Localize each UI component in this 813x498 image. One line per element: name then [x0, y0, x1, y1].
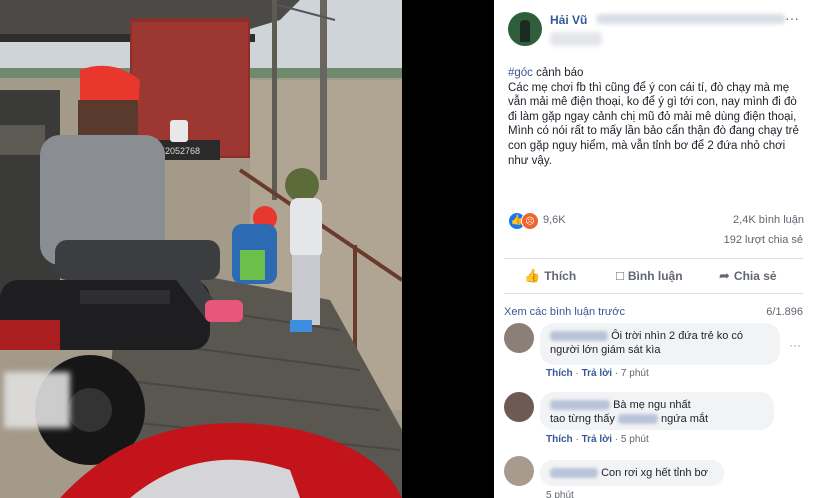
thumbs-up-icon: 👍 [524, 268, 541, 283]
comment-like-link[interactable]: Thích [546, 434, 573, 445]
hashtag-link[interactable]: #góc [508, 67, 533, 79]
share-label: Chia sẻ [733, 269, 777, 283]
comment-text: người lớn giám sát kìa [550, 344, 661, 356]
post-header: Hải Vũ ··· [494, 0, 813, 56]
comment-bubble: Con rơi xg hết tỉnh bơ [540, 460, 724, 486]
post-photo[interactable]: 52052768 [0, 0, 402, 498]
post-actions: 👍 Thích □ Bình luận ➦ Chia sẻ [494, 262, 813, 290]
comment-text: Con rơi xg hết tỉnh bơ [601, 467, 708, 479]
post-text: #góc cảnh báo Các mẹ chơi fb thì cũng để… [508, 66, 804, 168]
comment-label: Bình luận [627, 269, 683, 283]
more-options-icon[interactable]: ··· [785, 10, 799, 26]
author-avatar[interactable] [508, 12, 542, 46]
redacted-commenter-name [550, 468, 598, 479]
ferry-scene-image: 52052768 [0, 0, 402, 498]
comment-time: 7 phút [620, 368, 649, 379]
comment-text: tao từng thấy [550, 413, 615, 425]
comments-count[interactable]: 2,4K bình luận [733, 214, 804, 226]
commenter-avatar[interactable] [504, 392, 534, 422]
comment-like-link[interactable]: Thích [546, 368, 573, 379]
facebook-post-panel: Hải Vũ ··· #góc cảnh báo Các mẹ chơi fb … [494, 0, 813, 498]
commenter-avatar[interactable] [504, 456, 534, 486]
reactions-bar: 👍 ☹ 9,6K 2,4K bình luận [508, 212, 804, 230]
comment-text: Ôi trời nhìn 2 đứa trẻ ko có [611, 330, 744, 342]
comment-time: 5 phút [546, 490, 574, 498]
like-label: Thích [544, 269, 577, 283]
redacted-timestamp [550, 32, 602, 46]
comment-icon: □ [616, 268, 624, 283]
post-body: Các mẹ chơi fb thì cũng để ý con cái tí,… [508, 81, 799, 167]
redacted-mention [617, 414, 658, 425]
view-previous-comments-link[interactable]: Xem các bình luận trước [504, 306, 625, 318]
comment-reply-link[interactable]: Trả lời [582, 368, 612, 379]
comment-bubble: Bà mẹ ngu nhất tao từng thấy ngứa mắt [540, 392, 774, 430]
comment-button[interactable]: □ Bình luận [616, 268, 683, 283]
comment-text: ngứa mắt [660, 413, 709, 425]
comment-options-icon[interactable]: ··· [789, 338, 801, 352]
reactions-count[interactable]: 9,6K [543, 214, 566, 226]
redacted-commenter-name [550, 331, 608, 342]
commenter-avatar[interactable] [504, 323, 534, 353]
share-button[interactable]: ➦ Chia sẻ [719, 268, 777, 284]
comment-time: 5 phút [620, 434, 649, 445]
comment-meta: 5 phút [546, 490, 574, 498]
boat-plate-number: 52052768 [160, 146, 200, 156]
like-button[interactable]: 👍 Thích [524, 268, 576, 284]
comment-bubble: Ôi trời nhìn 2 đứa trẻ ko có người lớn g… [540, 323, 780, 365]
share-arrow-icon: ➦ [719, 268, 730, 283]
comment-reply-link[interactable]: Trả lời [582, 434, 612, 445]
shares-count[interactable]: 192 lượt chia sẻ [724, 234, 803, 246]
comment-text: Bà mẹ ngu nhất [613, 399, 691, 411]
author-name[interactable]: Hải Vũ [550, 13, 587, 27]
angry-reaction-icon[interactable]: ☹ [521, 212, 539, 230]
comment-meta: Thích · Trả lời · 5 phút [546, 434, 649, 445]
redacted-header-text [596, 14, 786, 24]
redacted-commenter-name [550, 400, 610, 411]
comment-meta: Thích · Trả lời · 7 phút [546, 368, 649, 379]
divider [504, 293, 803, 294]
letterbox-gap [402, 0, 494, 498]
comments-page-count: 6/1.896 [766, 306, 803, 318]
post-title-rest: cảnh báo [532, 67, 584, 79]
divider [504, 258, 803, 259]
